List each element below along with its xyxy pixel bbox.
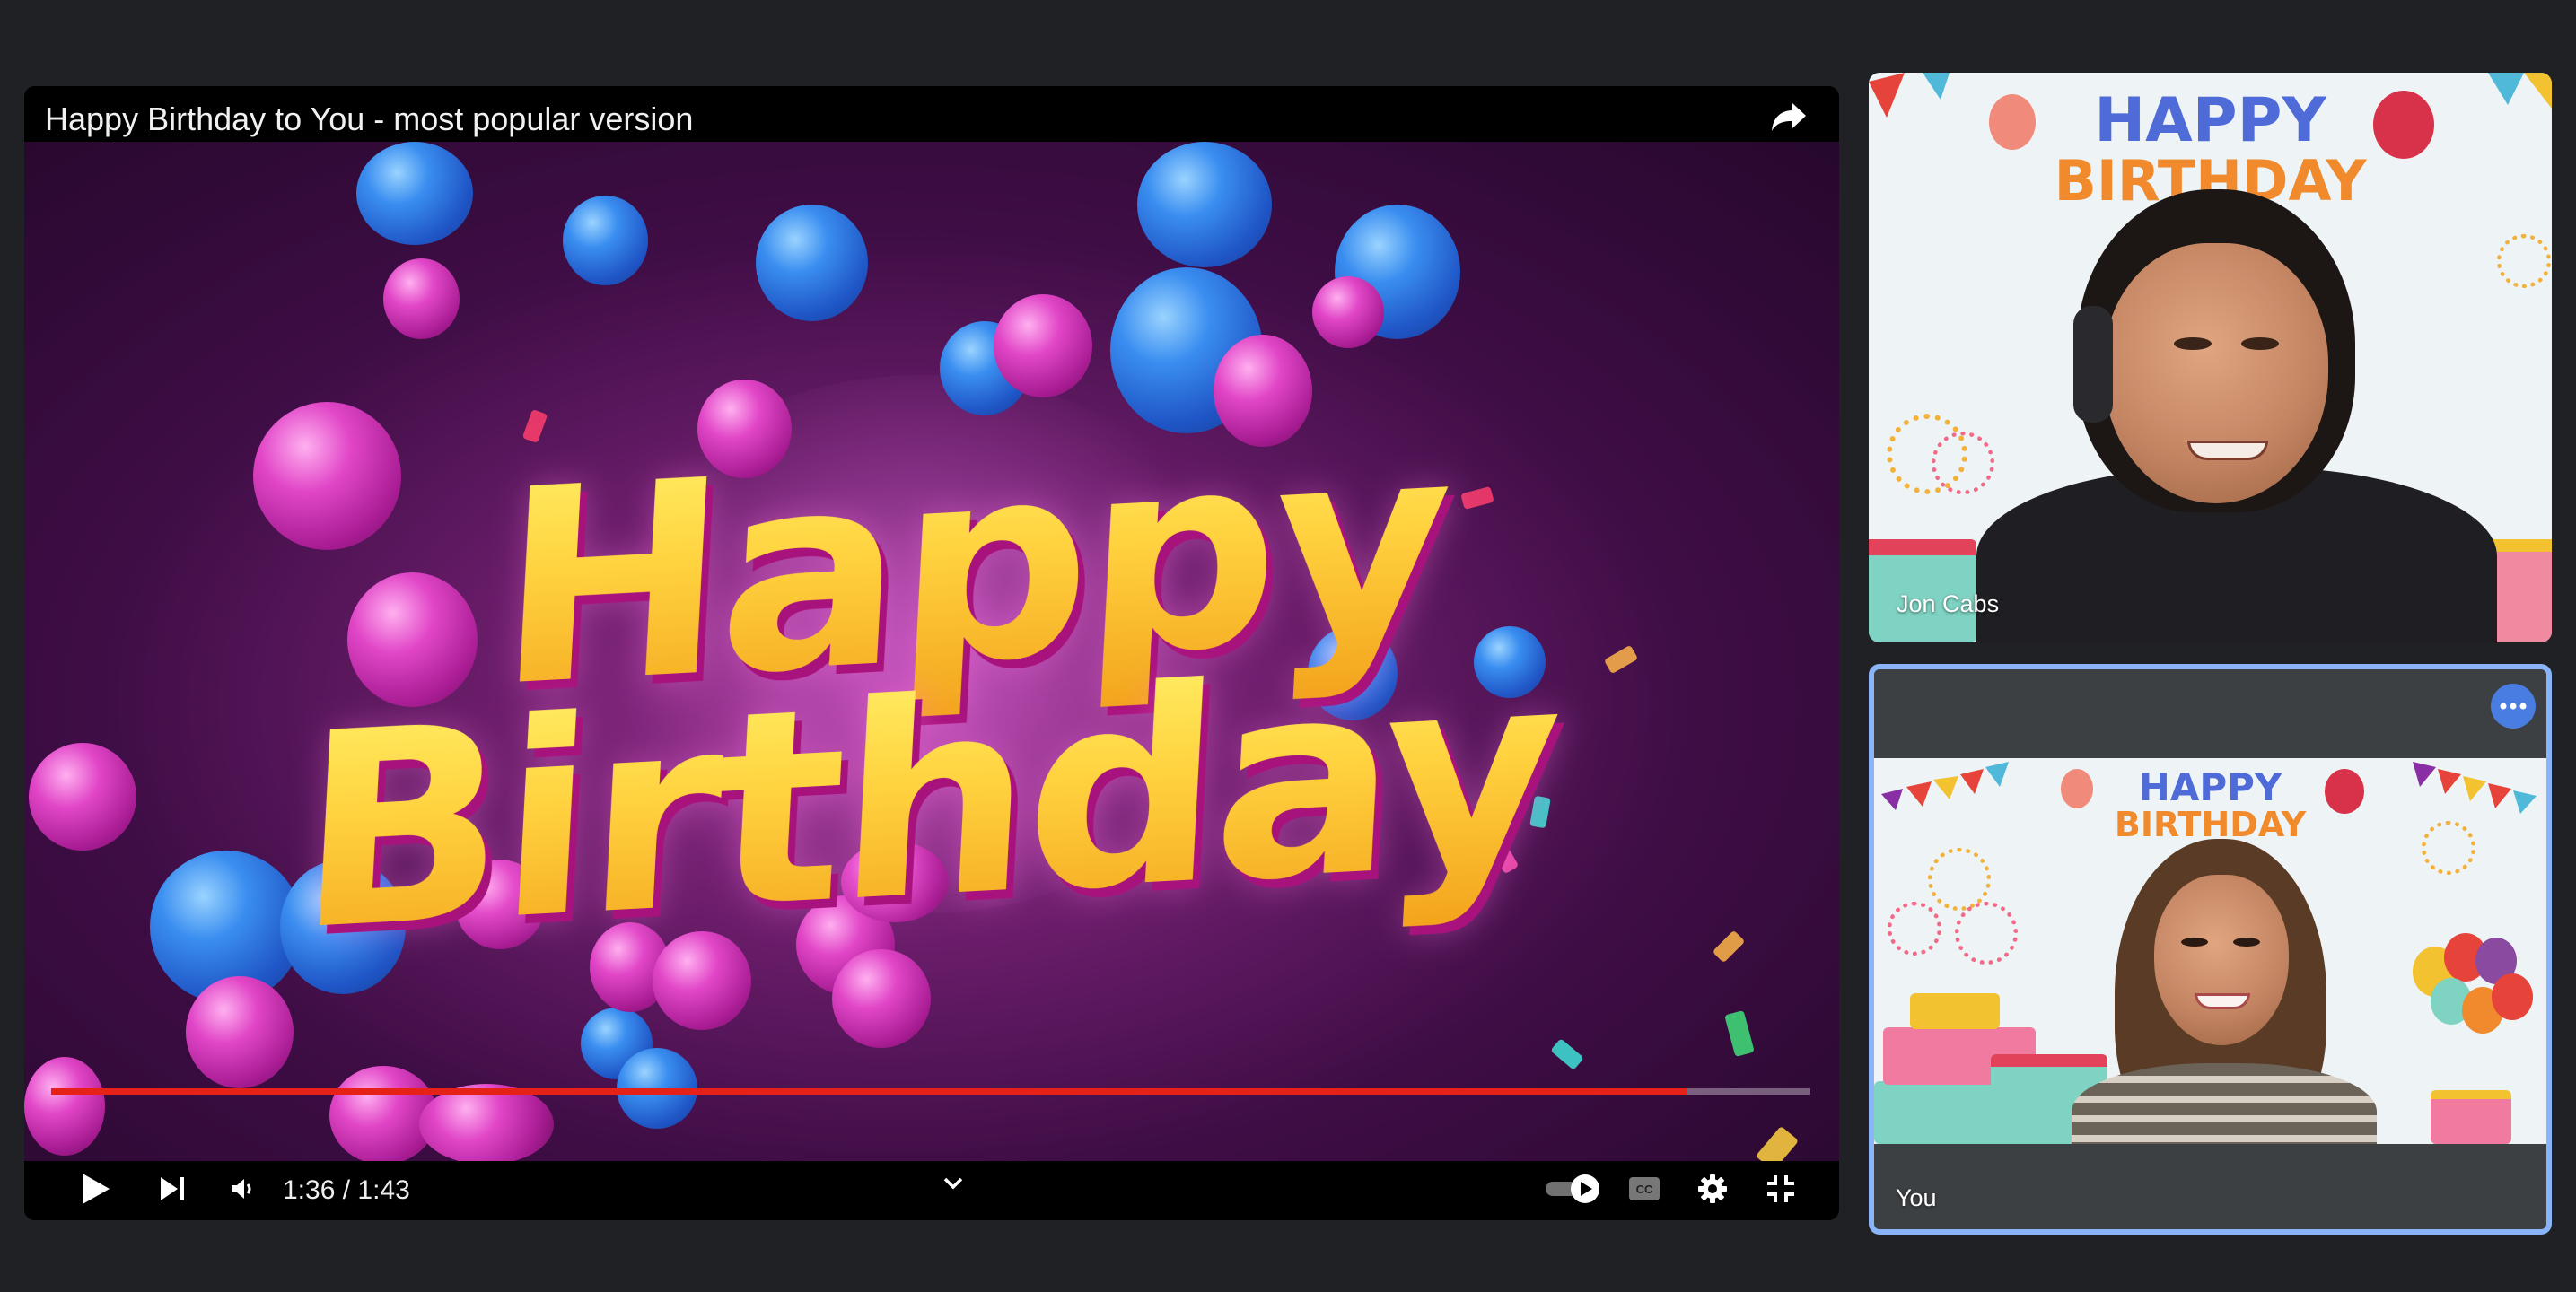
exit-fullscreen-button[interactable]	[1758, 1168, 1803, 1213]
gear-icon	[1697, 1174, 1728, 1209]
autoplay-toggle[interactable]	[1541, 1168, 1604, 1213]
balloon-image	[419, 1084, 554, 1161]
share-icon	[1770, 100, 1808, 137]
balloon-image	[563, 196, 648, 285]
exit-fullscreen-icon	[1766, 1174, 1796, 1209]
captions-icon: CC	[1628, 1176, 1660, 1206]
play-icon	[81, 1172, 111, 1210]
share-button[interactable]	[1766, 95, 1812, 142]
background-text-happy: HAPPY	[2094, 85, 2326, 156]
balloon-image	[832, 949, 931, 1048]
video-frame[interactable]: Happy Birthday	[24, 142, 1839, 1161]
balloon-image	[1312, 276, 1384, 348]
time-display: 1:36 / 1:43	[283, 1175, 410, 1205]
balloon-image	[24, 1057, 105, 1156]
volume-button[interactable]	[220, 1168, 265, 1213]
participant-video-you: HAPPY BIRTHDAY	[1874, 758, 2546, 1144]
confetti-image	[1724, 1009, 1755, 1058]
more-options-button[interactable]	[2491, 684, 2536, 729]
captions-button[interactable]: CC	[1622, 1168, 1667, 1213]
player-controls: 1:36 / 1:43 CC	[24, 1161, 1839, 1220]
next-icon	[158, 1174, 187, 1208]
participant-name: You	[1896, 1184, 1937, 1211]
balloon-image	[994, 294, 1092, 397]
balloon-image	[756, 205, 868, 321]
balloon-image	[2492, 973, 2533, 1020]
volume-icon	[229, 1175, 256, 1207]
video-player[interactable]: Happy Birthday to You - most popular ver…	[24, 86, 1839, 1220]
progress-played	[51, 1088, 1687, 1095]
balloon-image	[356, 142, 473, 245]
confetti-image	[1550, 1038, 1584, 1070]
play-button[interactable]	[74, 1168, 118, 1213]
balloon-image	[1137, 142, 1272, 267]
chevron-button[interactable]	[931, 1163, 976, 1208]
svg-text:CC: CC	[1636, 1183, 1653, 1196]
firework-decoration	[1932, 432, 1994, 494]
chevron-down-icon	[942, 1176, 964, 1195]
cake-image	[1910, 993, 2000, 1029]
confetti-image	[1712, 930, 1746, 964]
gift-box-image	[2431, 1090, 2511, 1144]
player-title-bar: Happy Birthday to You - most popular ver…	[24, 86, 1839, 142]
firework-decoration	[2497, 234, 2551, 288]
participant-tile-you[interactable]: HAPPY BIRTHDAY You	[1869, 664, 2552, 1235]
background-text-happy: HAPPY	[2138, 765, 2282, 809]
firework-decoration	[1955, 902, 2018, 965]
firework-decoration	[2422, 821, 2475, 875]
more-options-icon	[2500, 698, 2527, 714]
participant-tile-jon[interactable]: HAPPY BIRTHDAY Jon Cabs	[1869, 73, 2552, 642]
autoplay-toggle-icon	[1544, 1173, 1601, 1209]
video-title[interactable]: Happy Birthday to You - most popular ver…	[45, 100, 693, 138]
confetti-image	[1755, 1125, 1800, 1161]
progress-bar[interactable]	[51, 1088, 1810, 1095]
settings-button[interactable]	[1690, 1168, 1735, 1213]
balloon-image	[383, 258, 460, 339]
next-button[interactable]	[150, 1168, 195, 1213]
participant-name: Jon Cabs	[1897, 590, 2000, 617]
firework-decoration	[1888, 902, 1941, 956]
cake-image	[2488, 539, 2552, 642]
